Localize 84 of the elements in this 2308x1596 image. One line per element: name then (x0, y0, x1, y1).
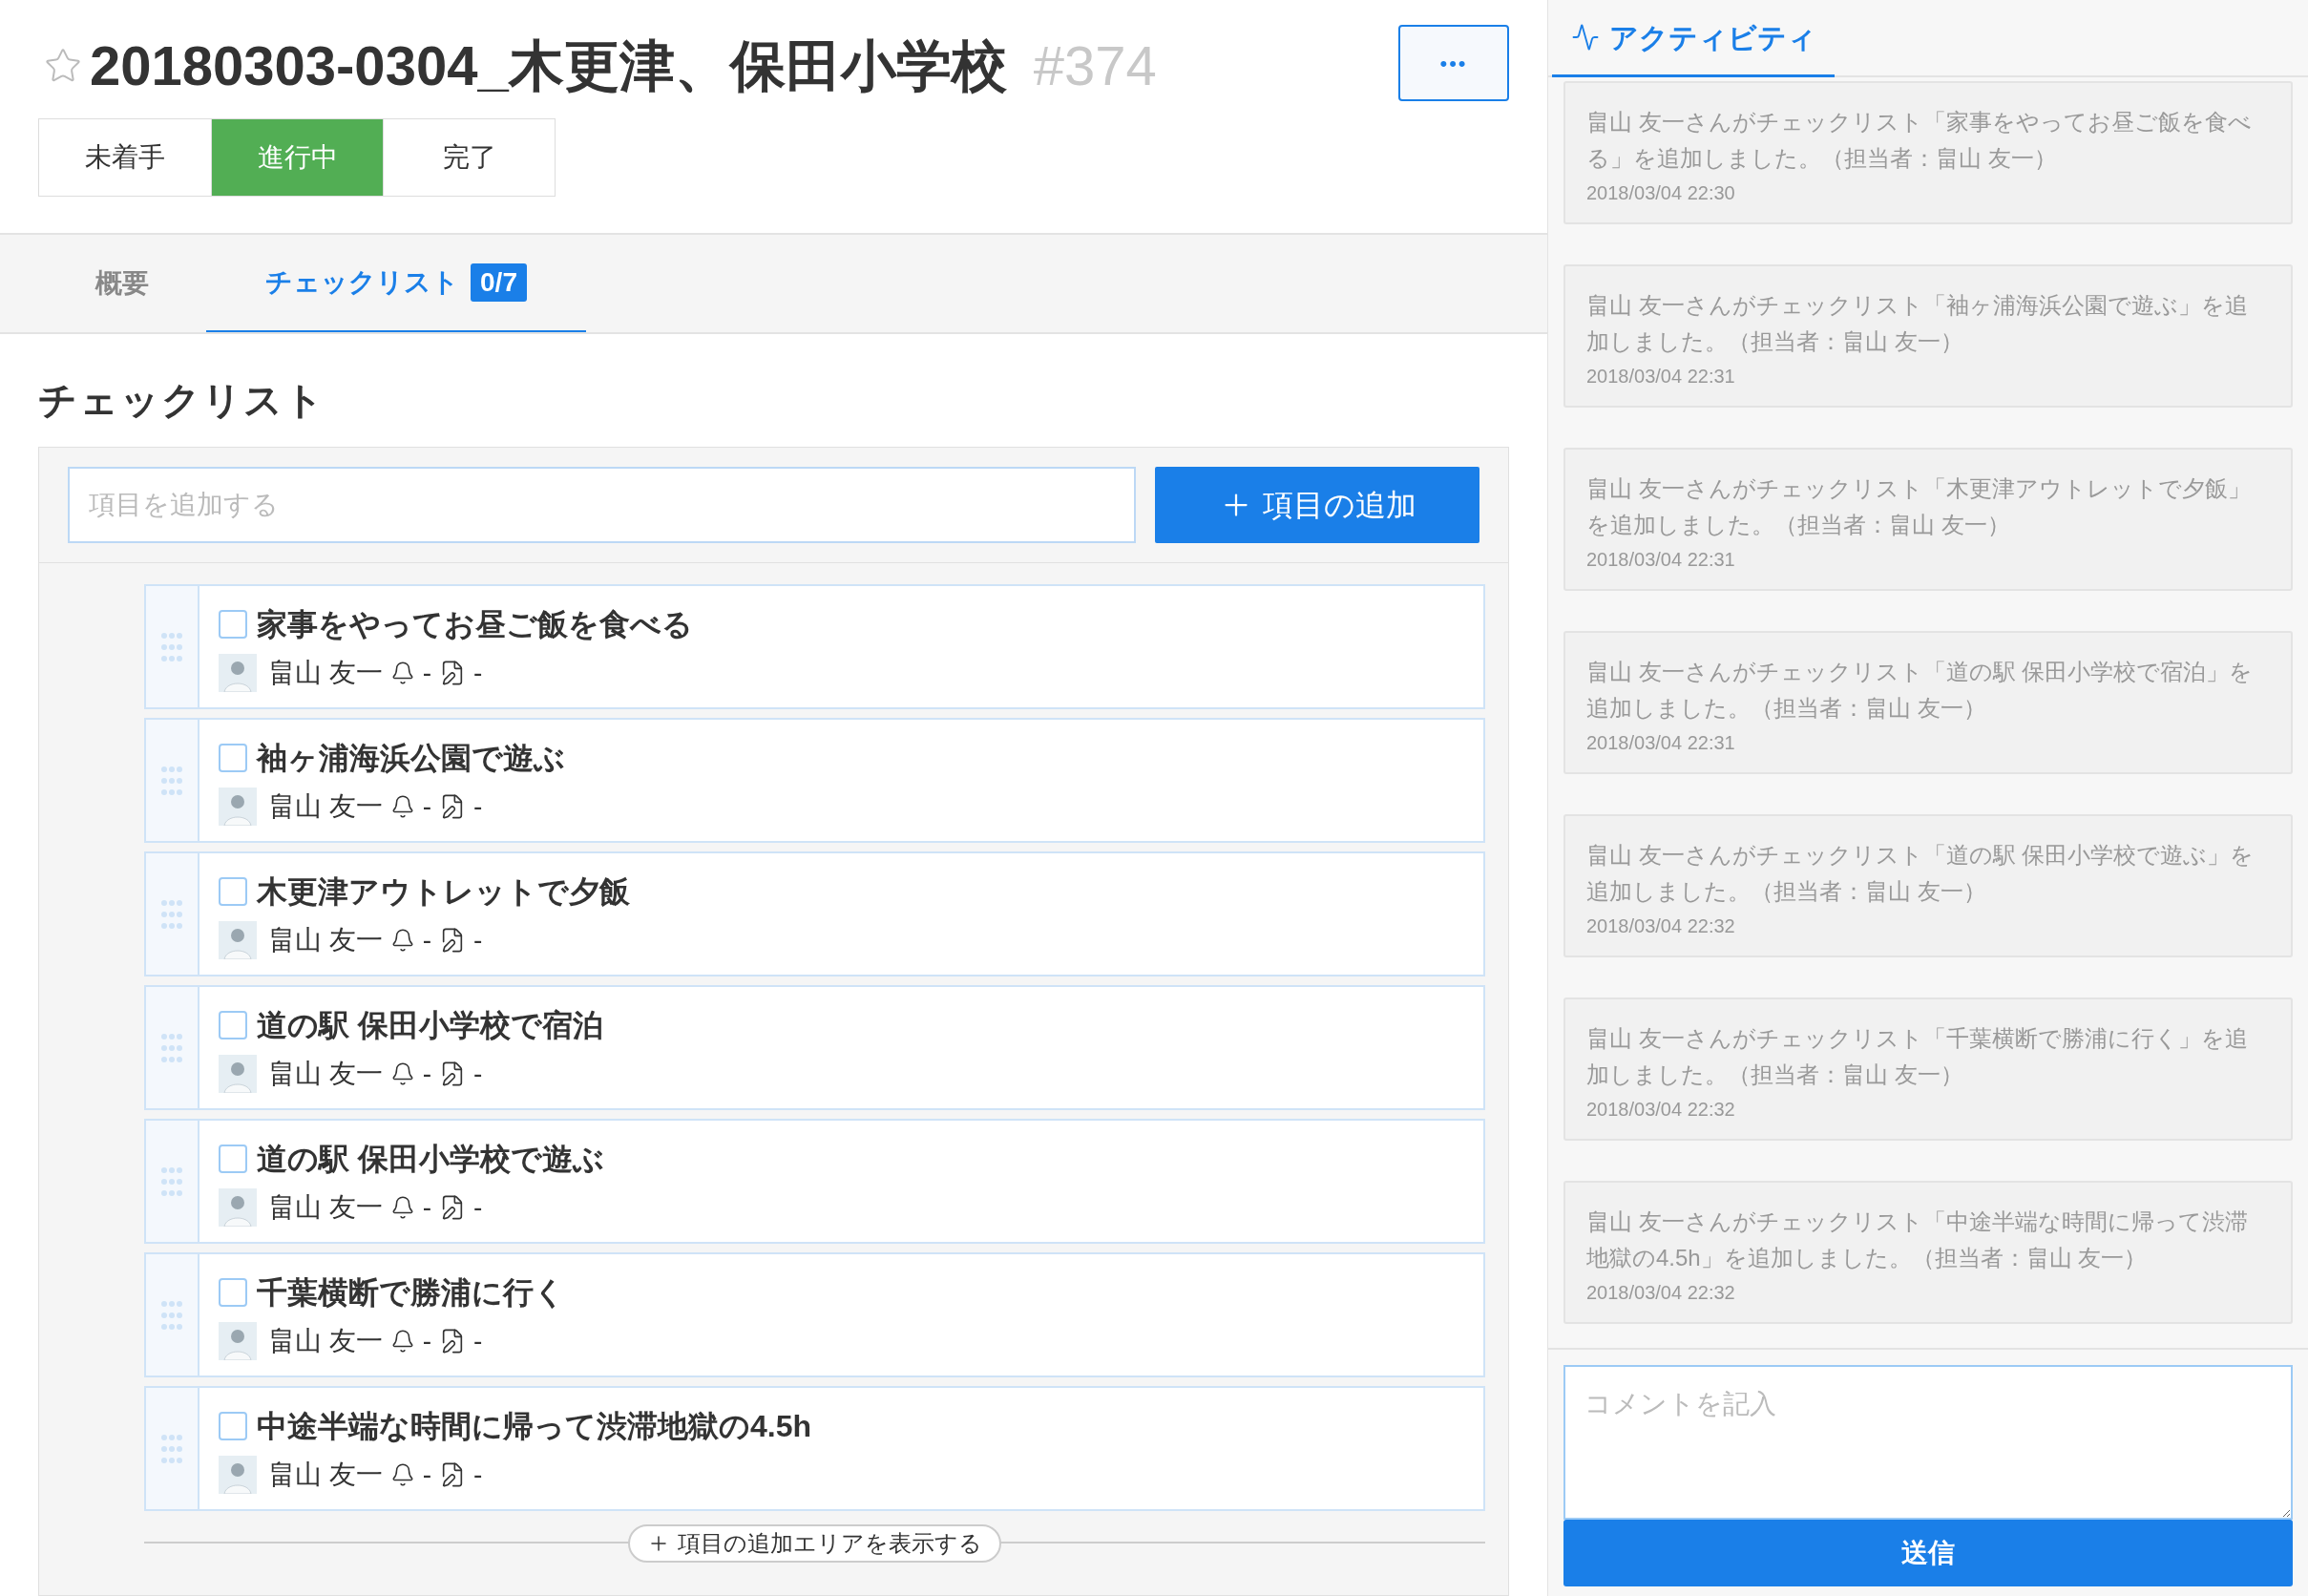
drag-handle[interactable] (146, 586, 199, 707)
drag-handle-icon[interactable] (161, 1300, 182, 1330)
note-value: - (473, 656, 483, 689)
activity-time: 2018/03/04 22:30 (1586, 181, 1736, 205)
page-title: 20180303-0304_木更津、保田小学校 (90, 33, 1007, 98)
avatar-icon (219, 1054, 257, 1093)
checkbox[interactable] (219, 609, 247, 639)
drag-handle[interactable] (146, 1121, 199, 1242)
item-title: 千葉横断で勝浦に行く (257, 1273, 565, 1312)
reminder-value: - (422, 1324, 432, 1357)
item-title: 袖ヶ浦海浜公園で遊ぶ (257, 739, 565, 777)
checkbox[interactable] (219, 1277, 247, 1307)
show-add-area-button[interactable]: 項目の追加エリアを表示する (628, 1524, 1001, 1563)
checkbox[interactable] (219, 1010, 247, 1040)
note-value: - (473, 923, 483, 956)
avatar-icon (219, 653, 257, 692)
note-value: - (473, 1190, 483, 1224)
reminder-value: - (422, 789, 432, 823)
item-title: 中途半端な時間に帰って渋滞地獄の4.5h (257, 1407, 812, 1445)
checkbox[interactable] (219, 876, 247, 906)
item-title: 道の駅 保田小学校で遊ぶ (257, 1140, 604, 1178)
drag-handle-icon[interactable] (161, 1434, 182, 1463)
more-button[interactable]: ••• (1398, 25, 1509, 101)
assignee-name: 畠山 友一 (268, 1324, 383, 1357)
drag-handle-icon[interactable] (161, 1033, 182, 1062)
assignee-name: 畠山 友一 (268, 923, 383, 956)
drag-handle[interactable] (146, 853, 199, 975)
assignee-name: 畠山 友一 (268, 789, 383, 823)
activity-text: 畠山 友一さんがチェックリスト「中途半端な時間に帰って渋滞地獄の4.5h」を追加しました。（担当者：畠山 友一） (1586, 1208, 2249, 1272)
drag-handle[interactable] (146, 720, 199, 841)
note-value: - (473, 789, 483, 823)
checkbox[interactable] (219, 743, 247, 772)
drag-handle[interactable] (146, 1388, 199, 1509)
activity-text: 畠山 友一さんがチェックリスト「木更津アウトレットで夕飯」を追加しました。（担当者：畠山 友一） (1586, 474, 2252, 539)
note-value: - (473, 1057, 483, 1090)
activity-tab[interactable]: アクティビティ (1552, 0, 1835, 77)
note-value: - (473, 1324, 483, 1357)
item-title: 木更津アウトレットで夕飯 (257, 872, 630, 911)
activity-text: 畠山 友一さんがチェックリスト「道の駅 保田小学校で宿泊」を追加しました。（担当者：畠山 友一） (1586, 658, 2255, 723)
reminder-value: - (422, 1057, 432, 1090)
note-value: - (473, 1458, 483, 1491)
reminder-value: - (422, 656, 432, 689)
reminder-value: - (422, 1458, 432, 1491)
activity-icon (1570, 23, 1600, 52)
activity-time: 2018/03/04 22:31 (1586, 365, 1736, 388)
activity-text: 畠山 友一さんがチェックリスト「袖ヶ浦海浜公園で遊ぶ」を追加しました。（担当者：畠山 友一） (1586, 291, 2249, 356)
assignee-name: 畠山 友一 (268, 656, 383, 689)
avatar-icon (219, 1321, 257, 1360)
activity-text: 畠山 友一さんがチェックリスト「千葉横断で勝浦に行く」を追加しました。（担当者：畠山 友一） (1586, 1024, 2249, 1089)
drag-handle-icon[interactable] (161, 1166, 182, 1196)
avatar-icon (219, 920, 257, 959)
status-button[interactable]: 進行中 (211, 119, 383, 196)
tab[interactable]: 概要 (38, 235, 206, 332)
item-title: 道の駅 保田小学校で宿泊 (257, 1006, 603, 1044)
activity-time: 2018/03/04 22:32 (1586, 1281, 1736, 1305)
checkbox[interactable] (219, 1411, 247, 1440)
activity-time: 2018/03/04 22:31 (1586, 731, 1736, 755)
item-title: 家事をやってお昼ご飯を食べる (257, 605, 693, 643)
assignee-name: 畠山 友一 (268, 1190, 383, 1224)
activity-text: 畠山 友一さんがチェックリスト「家事をやってお昼ご飯を食べる」を追加しました。（担当者：畠山 友一） (1586, 108, 2253, 173)
avatar-icon (219, 1187, 257, 1227)
tab[interactable]: チェックリスト 0/7 (206, 235, 586, 332)
activity-text: 畠山 友一さんがチェックリスト「道の駅 保田小学校で遊ぶ」を追加しました。（担当者：畠山 友一） (1586, 841, 2256, 906)
count-badge: 0/7 (471, 263, 527, 302)
activity-time: 2018/03/04 22:31 (1586, 548, 1736, 572)
reminder-value: - (422, 1190, 432, 1224)
reminder-value: - (422, 923, 432, 956)
drag-handle[interactable] (146, 987, 199, 1108)
assignee-name: 畠山 友一 (268, 1057, 383, 1090)
checkbox[interactable] (219, 1144, 247, 1173)
activity-time: 2018/03/04 22:32 (1586, 1098, 1736, 1122)
activity-time: 2018/03/04 22:32 (1586, 914, 1736, 938)
drag-handle[interactable] (146, 1254, 199, 1376)
drag-handle-icon[interactable] (161, 899, 182, 929)
section-heading: チェックリスト (38, 378, 326, 423)
add-item-button[interactable]: 項目の追加 (1155, 467, 1479, 543)
item-input-field[interactable]: 項目を追加する (68, 467, 1136, 543)
avatar-icon (219, 787, 257, 826)
avatar-icon (219, 1455, 257, 1494)
drag-handle-icon[interactable] (161, 766, 182, 795)
assignee-name: 畠山 友一 (268, 1458, 383, 1491)
drag-handle-icon[interactable] (161, 632, 182, 662)
comment-field[interactable]: コメントを記入 (1563, 1365, 2293, 1520)
send-button[interactable]: 送信 (1563, 1520, 2293, 1586)
